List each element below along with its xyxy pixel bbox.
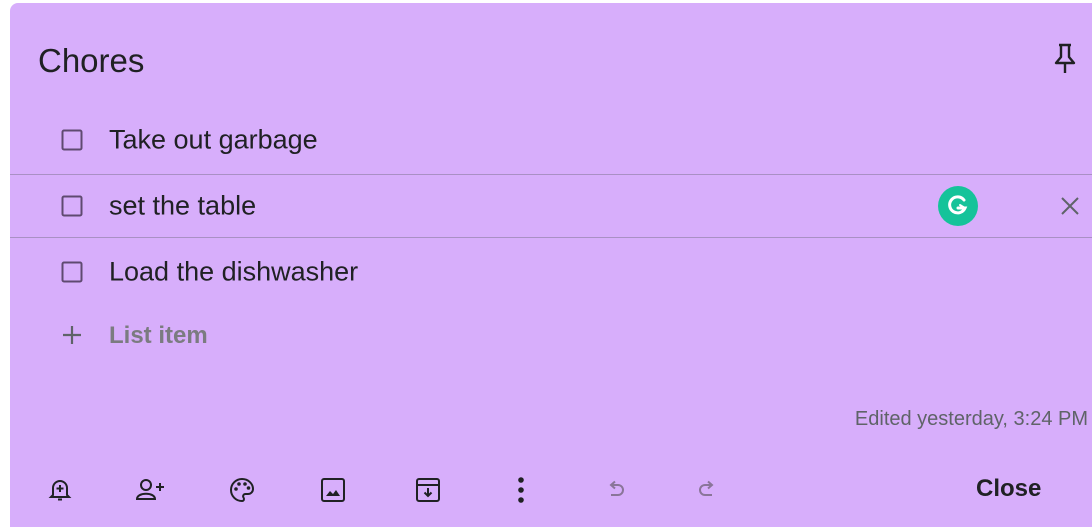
archive-icon[interactable] — [411, 473, 445, 507]
list-item: set the table — [10, 174, 1092, 238]
checkbox[interactable] — [61, 195, 83, 217]
image-icon[interactable] — [316, 473, 350, 507]
redo-icon[interactable] — [690, 473, 724, 507]
plus-icon — [61, 324, 83, 346]
checkbox[interactable] — [61, 261, 83, 283]
list-item: Load the dishwasher — [10, 240, 1092, 304]
undo-icon[interactable] — [599, 473, 633, 507]
more-icon[interactable] — [504, 473, 538, 507]
checkbox[interactable] — [61, 129, 83, 151]
delete-item-icon[interactable] — [1059, 195, 1081, 217]
list-item-text[interactable]: Take out garbage — [109, 125, 318, 156]
edited-timestamp: Edited yesterday, 3:24 PM — [854, 408, 1088, 430]
note-editor: Chores Take out garbage set the table Lo… — [10, 3, 1092, 527]
pin-icon[interactable] — [1050, 41, 1080, 75]
note-title[interactable]: Chores — [38, 41, 144, 81]
palette-icon[interactable] — [225, 473, 259, 507]
add-item-placeholder: List item — [109, 322, 208, 349]
add-list-item[interactable]: List item — [10, 306, 610, 366]
list-item-text[interactable]: set the table — [109, 191, 256, 222]
grammarly-icon[interactable] — [938, 186, 978, 226]
collaborator-icon[interactable] — [134, 473, 168, 507]
remind-me-icon[interactable] — [43, 473, 77, 507]
list-item: Take out garbage — [10, 108, 1092, 172]
list-item-text[interactable]: Load the dishwasher — [109, 257, 358, 288]
close-button[interactable]: Close — [976, 475, 1041, 503]
